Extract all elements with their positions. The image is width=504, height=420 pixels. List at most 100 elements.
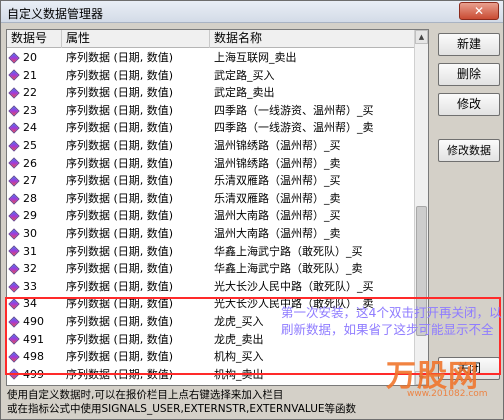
row-id: 30 <box>23 226 37 240</box>
row-id: 23 <box>23 103 37 117</box>
data-series-icon <box>8 333 20 345</box>
row-name: 温州锦绣路（温州帮）_买 <box>214 138 341 152</box>
row-id-cell: 20 <box>7 49 62 67</box>
table-row[interactable]: 20 序列数据 (日期, 数值) 上海互联网_卖出 <box>7 49 415 67</box>
row-name: 四季路（一线游资、温州帮）_买 <box>214 103 374 117</box>
row-attr: 序列数据 (日期, 数值) <box>66 350 174 364</box>
row-name: 温州大南路（温州帮）_买 <box>214 209 341 223</box>
row-id: 20 <box>23 51 37 64</box>
title-bar[interactable]: 自定义数据管理器 ✕ <box>1 1 503 23</box>
data-manager-window: 自定义数据管理器 ✕ 数据号 属性 数据名称 20 序列数据 (日期, 数值) 上海… <box>0 0 504 420</box>
table-row[interactable]: 30 序列数据 (日期, 数值) 温州大南路（温州帮）_卖 <box>7 225 415 243</box>
delete-button[interactable]: 删除 <box>438 63 500 86</box>
row-id: 499 <box>23 367 44 381</box>
row-attr: 序列数据 (日期, 数值) <box>66 156 174 170</box>
table-row[interactable]: 21 序列数据 (日期, 数值) 武定路_买入 <box>7 67 415 85</box>
data-series-icon <box>8 52 20 64</box>
footer-help-text: 使用自定义数据时,可以在报价栏目上点右键选择来加入栏目 或在指标公式中使用SIG… <box>7 388 427 416</box>
row-id-cell: 499 <box>7 366 62 384</box>
table-row[interactable]: 29 序列数据 (日期, 数值) 温州大南路（温州帮）_买 <box>7 207 415 225</box>
row-attr: 序列数据 (日期, 数值) <box>66 103 174 117</box>
footer-line-1: 使用自定义数据时,可以在报价栏目上点右键选择来加入栏目 <box>7 389 284 401</box>
row-id: 28 <box>23 191 37 205</box>
row-name: 华鑫上海武宁路（敢死队）_买 <box>214 244 363 258</box>
row-id-cell: 34 <box>7 295 62 313</box>
row-attr: 序列数据 (日期, 数值) <box>66 332 174 346</box>
row-id: 490 <box>23 314 44 328</box>
data-series-icon <box>8 87 20 99</box>
row-name: 华鑫上海武宁路（敢死队）_卖 <box>214 262 363 276</box>
data-series-icon <box>8 298 20 310</box>
row-attr: 序列数据 (日期, 数值) <box>66 174 174 188</box>
table-row[interactable]: 26 序列数据 (日期, 数值) 温州锦绣路（温州帮）_卖 <box>7 155 415 173</box>
row-id-cell: 32 <box>7 260 62 278</box>
data-series-icon <box>8 368 20 381</box>
window-title: 自定义数据管理器 <box>7 7 104 21</box>
table-row[interactable]: 23 序列数据 (日期, 数值) 四季路（一线游资、温州帮）_买 <box>7 102 415 120</box>
data-series-icon <box>8 157 20 170</box>
row-attr: 序列数据 (日期, 数值) <box>66 297 174 311</box>
column-header-id[interactable]: 数据号 <box>7 30 62 48</box>
table-row[interactable]: 27 序列数据 (日期, 数值) 乐清双雁路（温州帮）_买 <box>7 172 415 190</box>
row-name: 武定路_买入 <box>214 68 275 82</box>
list-header: 数据号 属性 数据名称 <box>7 30 415 48</box>
table-row[interactable]: 32 序列数据 (日期, 数值) 华鑫上海武宁路（敢死队）_卖 <box>7 260 415 278</box>
column-header-attr[interactable]: 属性 <box>62 30 210 48</box>
row-id-cell: 29 <box>7 207 62 225</box>
new-button[interactable]: 新建 <box>438 33 500 56</box>
row-id-cell: 27 <box>7 172 62 190</box>
watermark-url: www.201082.com <box>407 389 488 399</box>
table-row[interactable]: 24 序列数据 (日期, 数值) 四季路（一线游资、温州帮）_卖 <box>7 119 415 137</box>
row-id-cell: 30 <box>7 225 62 243</box>
row-id-cell: 31 <box>7 243 62 261</box>
table-row[interactable]: 498 序列数据 (日期, 数值) 机构_买入 <box>7 348 415 366</box>
row-id-cell: 26 <box>7 155 62 173</box>
row-attr: 序列数据 (日期, 数值) <box>66 279 174 293</box>
row-id: 27 <box>23 174 37 188</box>
table-row[interactable]: 31 序列数据 (日期, 数值) 华鑫上海武宁路（敢死队）_买 <box>7 243 415 261</box>
row-attr: 序列数据 (日期, 数值) <box>66 244 174 258</box>
row-id: 21 <box>23 68 37 82</box>
data-series-icon <box>8 245 20 257</box>
table-row[interactable]: 25 序列数据 (日期, 数值) 温州锦绣路（温州帮）_买 <box>7 137 415 155</box>
row-attr: 序列数据 (日期, 数值) <box>66 314 174 328</box>
row-name: 温州锦绣路（温州帮）_卖 <box>214 156 341 170</box>
data-series-icon <box>8 122 20 134</box>
row-attr: 序列数据 (日期, 数值) <box>66 138 174 152</box>
row-id-cell: 25 <box>7 137 62 155</box>
scroll-up-arrow-icon[interactable]: ▲ <box>415 30 428 44</box>
column-header-name[interactable]: 数据名称 <box>210 30 415 48</box>
data-series-icon <box>8 140 20 152</box>
data-series-icon <box>8 69 20 82</box>
row-id: 32 <box>23 262 37 276</box>
row-attr: 序列数据 (日期, 数值) <box>66 191 174 205</box>
table-row[interactable]: 33 序列数据 (日期, 数值) 光大长沙人民中路（敢死队）_买 <box>7 278 415 296</box>
window-close-button[interactable]: ✕ <box>459 2 499 20</box>
row-id-cell: 33 <box>7 278 62 296</box>
modify-button[interactable]: 修改 <box>438 93 500 116</box>
row-attr: 序列数据 (日期, 数值) <box>66 51 174 64</box>
row-id-cell: 24 <box>7 119 62 137</box>
row-name: 温州大南路（温州帮）_卖 <box>214 226 341 240</box>
data-series-icon <box>8 280 20 293</box>
data-series-icon <box>8 316 20 328</box>
footer-line-2: 或在指标公式中使用SIGNALS_USER,EXTERNSTR,EXTERNVA… <box>7 403 357 415</box>
row-name: 光大长沙人民中路（敢死队）_买 <box>214 279 374 293</box>
annotation-text: 第一次安装，这4个双击打开再关闭，以刷新数据，如果省了这步可能显示不全 <box>281 305 502 337</box>
row-id-cell: 490 <box>7 313 62 331</box>
row-id: 26 <box>23 156 37 170</box>
table-row[interactable]: 22 序列数据 (日期, 数值) 武定路_卖出 <box>7 84 415 102</box>
row-name: 机构_卖出 <box>214 367 264 381</box>
modify-data-button[interactable]: 修改数据 <box>438 139 500 162</box>
data-series-icon <box>8 210 20 222</box>
row-attr: 序列数据 (日期, 数值) <box>66 367 174 381</box>
table-row[interactable]: 499 序列数据 (日期, 数值) 机构_卖出 <box>7 366 415 384</box>
row-id-cell: 22 <box>7 84 62 102</box>
row-id: 491 <box>23 332 44 346</box>
row-id-cell: 21 <box>7 67 62 85</box>
row-id: 33 <box>23 279 37 293</box>
data-series-icon <box>8 228 20 240</box>
row-name: 四季路（一线游资、温州帮）_卖 <box>214 121 374 135</box>
row-attr: 序列数据 (日期, 数值) <box>66 68 174 82</box>
table-row[interactable]: 28 序列数据 (日期, 数值) 乐清双雁路（温州帮）_卖 <box>7 190 415 208</box>
